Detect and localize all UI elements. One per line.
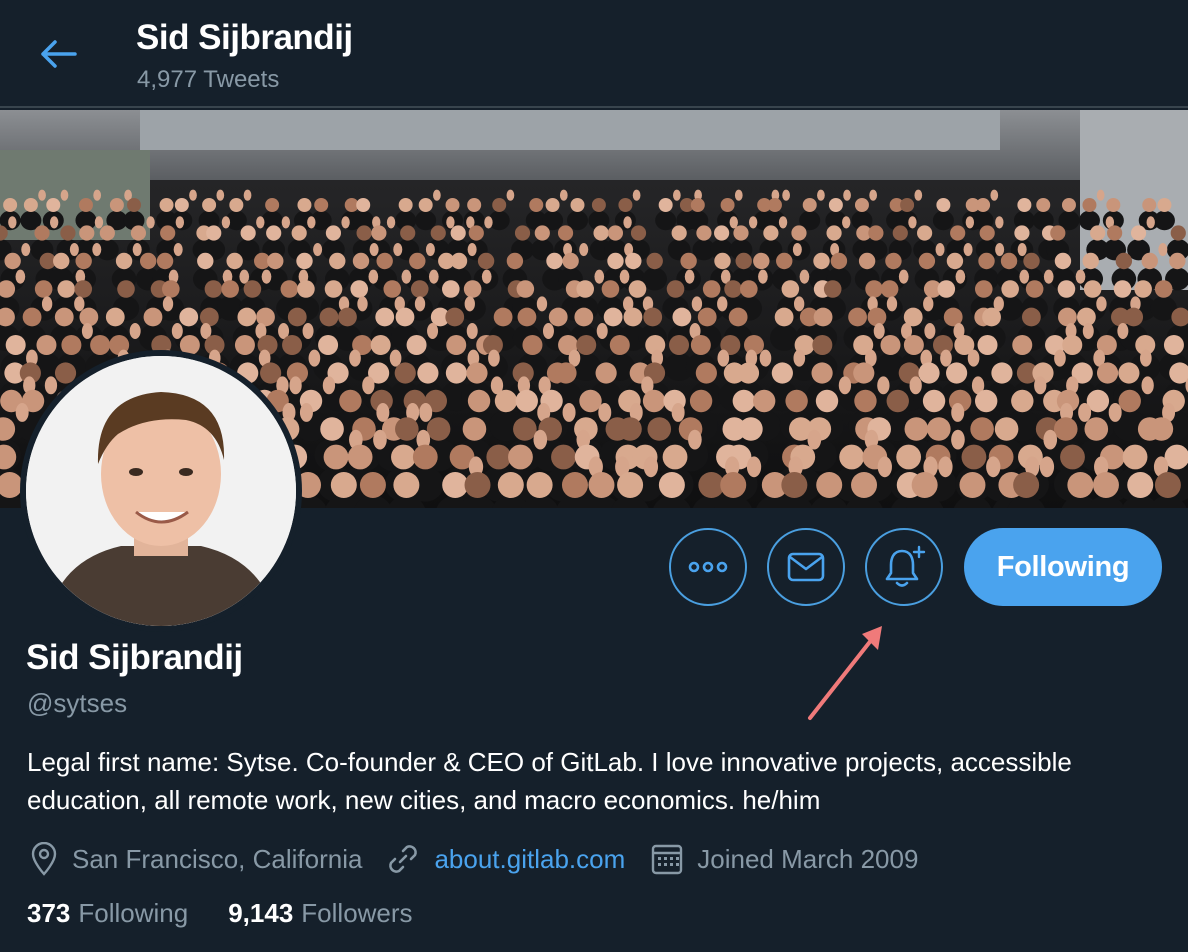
- joined-item: Joined March 2009: [651, 843, 918, 875]
- tweet-count: 4,977 Tweets: [137, 66, 280, 93]
- profile-stats: 373 Following 9,143 Followers: [27, 898, 413, 929]
- joined-text: Joined March 2009: [697, 843, 919, 874]
- profile-name: Sid Sijbrandij: [26, 638, 243, 677]
- following-count: 373: [27, 898, 71, 928]
- location-item: San Francisco, California: [30, 842, 362, 876]
- mail-icon: [787, 552, 825, 582]
- following-stat[interactable]: 373 Following: [27, 898, 188, 929]
- website-item[interactable]: about.gitlab.com: [386, 842, 625, 876]
- followers-count: 9,143: [228, 898, 294, 928]
- annotation-arrow: [808, 626, 882, 720]
- header-title: Sid Sijbrandij: [136, 18, 353, 57]
- avatar-photo: [26, 356, 296, 626]
- notifications-button[interactable]: [865, 528, 943, 606]
- arrow-left-icon: [41, 40, 77, 68]
- profile-avatar[interactable]: [20, 350, 302, 632]
- bell-plus-icon: [885, 545, 926, 587]
- website-link[interactable]: about.gitlab.com: [434, 844, 625, 875]
- following-button[interactable]: Following: [964, 528, 1162, 606]
- followers-label: Followers: [301, 898, 413, 928]
- link-icon: [386, 842, 420, 876]
- profile-meta: San Francisco, California about.gitlab.c…: [30, 838, 918, 880]
- profile-handle: @sytses: [27, 688, 128, 718]
- followers-stat[interactable]: 9,143 Followers: [228, 898, 412, 929]
- location-text: San Francisco, California: [72, 843, 363, 874]
- top-bar: Sid Sijbrandij 4,977 Tweets: [0, 0, 1188, 108]
- location-pin-icon: [30, 842, 58, 876]
- profile-bio: Legal first name: Sytse. Co-founder & CE…: [27, 747, 1072, 815]
- back-button[interactable]: [30, 32, 86, 76]
- calendar-icon: [651, 843, 683, 875]
- more-icon: [688, 561, 728, 573]
- more-options-button[interactable]: [669, 528, 747, 606]
- message-button[interactable]: [767, 528, 845, 606]
- following-label: Following: [78, 898, 189, 928]
